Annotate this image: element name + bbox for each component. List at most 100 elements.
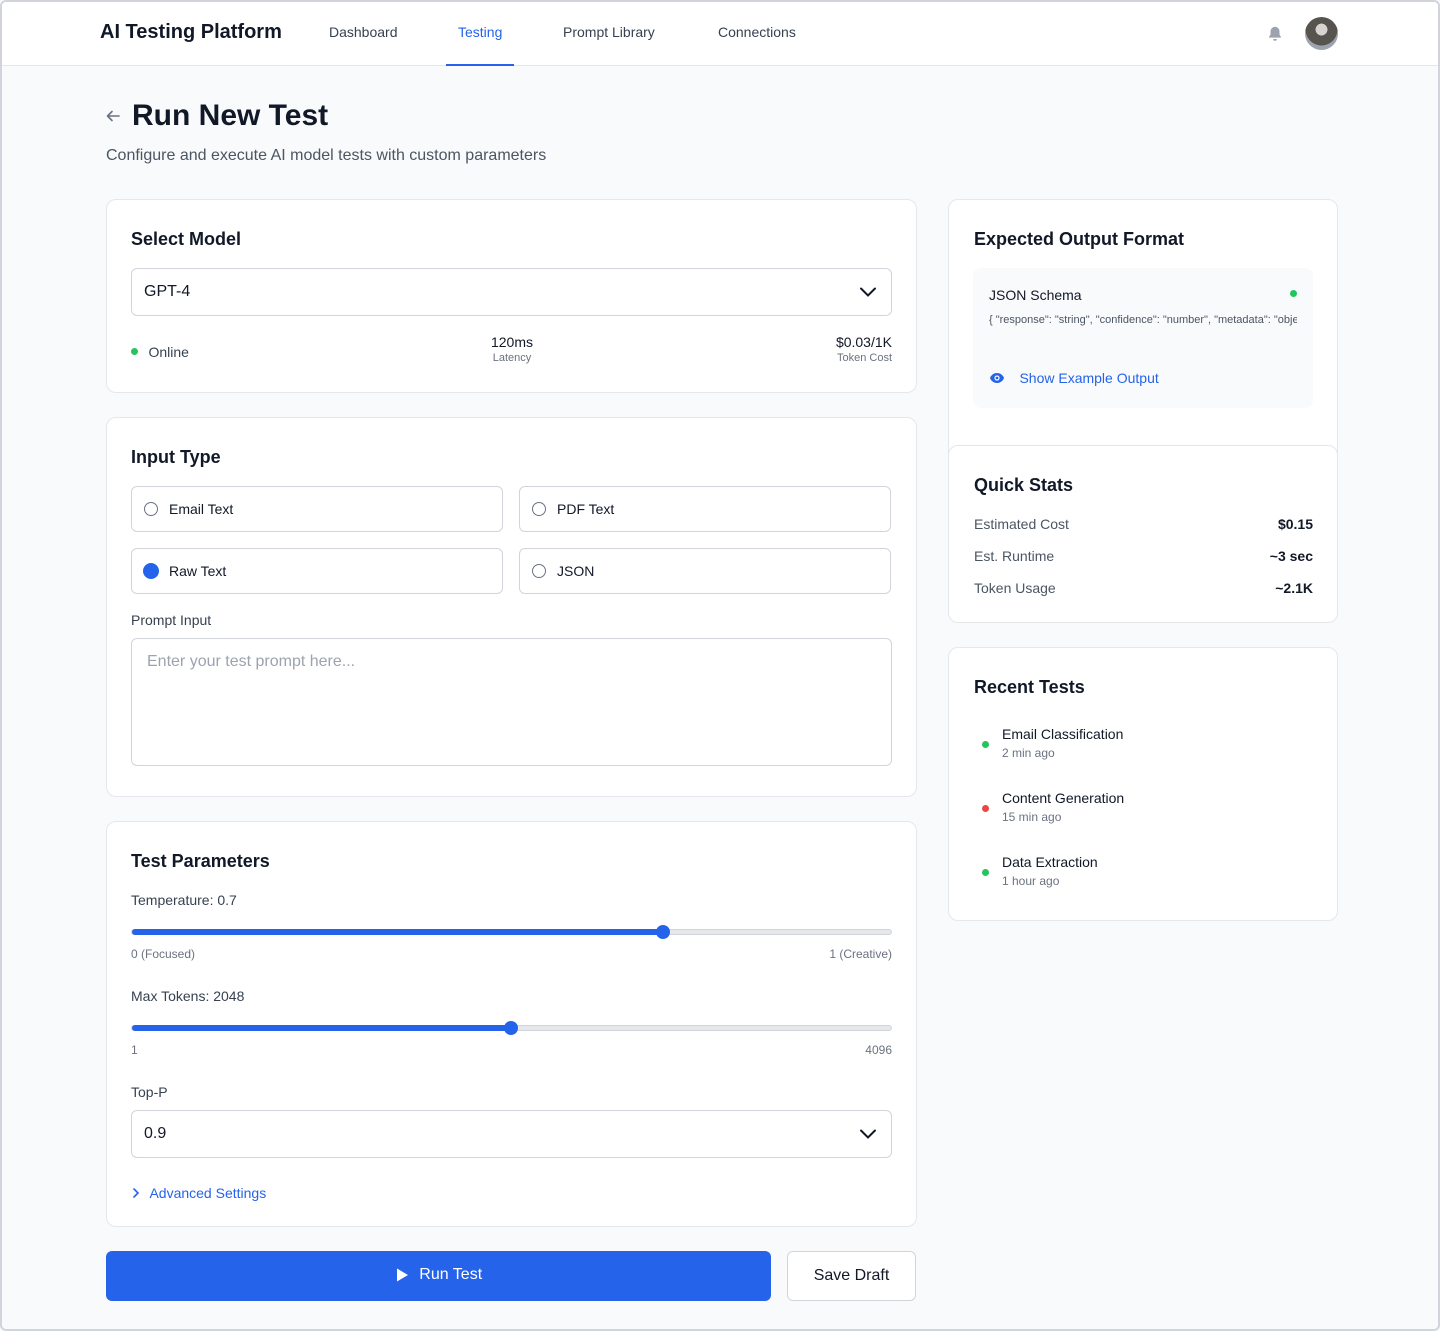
- status-dot: [982, 741, 989, 748]
- recent-test-time: 1 hour ago: [1002, 874, 1060, 888]
- arrow-left-icon[interactable]: [105, 108, 121, 124]
- radio-label: Email Text: [169, 501, 234, 517]
- max-tokens-label: Max Tokens: 2048: [131, 988, 245, 1004]
- recent-test-item[interactable]: Email Classification 2 min ago: [974, 726, 1314, 766]
- expected-output-title: Expected Output Format: [974, 229, 1185, 249]
- max-tokens-slider[interactable]: [131, 1021, 892, 1035]
- radio-label: Raw Text: [169, 563, 227, 579]
- show-example-output-link[interactable]: Show Example Output: [989, 369, 1159, 387]
- expected-output-card: Expected Output Format JSON Schema { "re…: [948, 199, 1338, 459]
- radio-email-text[interactable]: Email Text: [131, 486, 503, 532]
- latency-stat: 120ms Latency: [462, 334, 562, 364]
- temperature-label: Temperature: 0.7: [131, 892, 237, 908]
- max-tokens-slider-fill: [132, 1025, 512, 1031]
- max-tokens-min-label: 1: [131, 1043, 138, 1057]
- save-draft-label: Save Draft: [813, 1267, 890, 1284]
- json-schema-box: JSON Schema { "response": "string", "con…: [973, 268, 1313, 408]
- status-text: Online: [148, 343, 189, 360]
- radio-circle: [532, 564, 546, 578]
- chevron-down-icon: [860, 287, 876, 297]
- page-subtitle: Configure and execute AI model tests wit…: [106, 147, 547, 164]
- token-cost-stat: $0.03/1K Token Cost: [836, 334, 892, 364]
- radio-raw-text[interactable]: Raw Text: [131, 548, 503, 594]
- input-type-card: Input Type Email Text PDF Text Raw Text …: [106, 417, 917, 797]
- stat-label-runtime: Est. Runtime: [974, 548, 1055, 564]
- advanced-settings-label: Advanced Settings: [149, 1184, 267, 1201]
- page-title: Run New Test: [132, 99, 329, 132]
- radio-circle-checked: [143, 563, 159, 579]
- play-icon: [396, 1268, 408, 1282]
- token-cost-value: $0.03/1K: [835, 334, 892, 350]
- stat-label-token-usage: Token Usage: [974, 580, 1056, 596]
- bell-icon[interactable]: [1266, 25, 1284, 43]
- status-dot: [982, 805, 989, 812]
- stat-label-estimated-cost: Estimated Cost: [974, 516, 1069, 532]
- nav-prompt-library[interactable]: Prompt Library: [563, 24, 655, 66]
- select-model-card: Select Model GPT-4 Online 120ms Latency …: [106, 199, 917, 393]
- user-avatar[interactable]: [1305, 17, 1338, 50]
- top-navbar: AI Testing Platform Dashboard Testing Pr…: [2, 2, 1438, 66]
- schema-preview: { "response": "string", "confidence": "n…: [989, 314, 1297, 326]
- stat-value-estimated-cost: $0.15: [1277, 516, 1313, 532]
- max-tokens-max-label: 4096: [865, 1043, 892, 1057]
- save-draft-button[interactable]: Save Draft: [787, 1251, 916, 1301]
- temperature-min-label: 0 (Focused): [131, 947, 196, 961]
- eye-icon: [990, 372, 1004, 383]
- status-dot: [982, 869, 989, 876]
- model-select[interactable]: GPT-4: [131, 268, 892, 316]
- nav-dashboard[interactable]: Dashboard: [329, 24, 398, 66]
- quick-stats-title: Quick Stats: [974, 475, 1074, 495]
- recent-test-name: Email Classification: [1002, 726, 1124, 742]
- test-parameters-title: Test Parameters: [131, 851, 270, 871]
- run-test-content: Run Test: [106, 1266, 771, 1284]
- run-test-button[interactable]: Run Test: [106, 1251, 771, 1301]
- app-frame: AI Testing Platform Dashboard Testing Pr…: [0, 0, 1440, 1331]
- status-dot: [131, 348, 138, 356]
- brand-title: AI Testing Platform: [100, 21, 282, 43]
- model-select-value: GPT-4: [144, 283, 191, 300]
- model-status: Online: [131, 343, 189, 361]
- latency-value: 120ms: [490, 334, 534, 350]
- recent-test-item[interactable]: Data Extraction 1 hour ago: [974, 854, 1314, 894]
- nav-testing[interactable]: Testing: [446, 24, 515, 66]
- radio-pdf-text[interactable]: PDF Text: [519, 486, 891, 532]
- radio-circle: [144, 502, 158, 516]
- radio-circle: [532, 502, 546, 516]
- recent-test-name: Content Generation: [1002, 790, 1125, 806]
- temperature-slider-thumb[interactable]: [656, 925, 671, 939]
- recent-test-name: Data Extraction: [1002, 854, 1098, 870]
- prompt-input-label: Prompt Input: [131, 612, 212, 628]
- recent-test-time: 15 min ago: [1002, 810, 1062, 824]
- recent-tests-card: Recent Tests Email Classification 2 min …: [948, 647, 1338, 921]
- show-example-label: Show Example Output: [1019, 369, 1159, 386]
- chevron-down-icon: [860, 1129, 876, 1139]
- quick-stats-card: Quick Stats Estimated Cost $0.15 Est. Ru…: [948, 445, 1338, 623]
- token-cost-label: Token Cost: [836, 352, 892, 364]
- top-p-select[interactable]: 0.9: [131, 1110, 892, 1158]
- select-model-title: Select Model: [131, 229, 242, 249]
- radio-label: PDF Text: [557, 501, 615, 517]
- radio-label: JSON: [557, 563, 595, 579]
- recent-test-item[interactable]: Content Generation 15 min ago: [974, 790, 1314, 830]
- temperature-max-label: 1 (Creative): [829, 947, 892, 961]
- schema-status-dot: [1290, 290, 1297, 297]
- recent-tests-title: Recent Tests: [974, 677, 1085, 697]
- top-p-select-value: 0.9: [144, 1125, 167, 1142]
- stat-value-runtime: ~3 sec: [1269, 548, 1313, 564]
- temperature-slider-fill: [132, 929, 664, 935]
- latency-label: Latency: [492, 352, 532, 364]
- stat-value-token-usage: ~2.1K: [1275, 580, 1313, 596]
- recent-test-time: 2 min ago: [1002, 746, 1055, 760]
- test-parameters-card: Test Parameters Temperature: 0.7 0 (Focu…: [106, 821, 917, 1227]
- max-tokens-slider-thumb[interactable]: [504, 1021, 519, 1035]
- temperature-slider[interactable]: [131, 925, 892, 939]
- chevron-right-icon: [133, 1187, 140, 1198]
- input-type-title: Input Type: [131, 447, 221, 467]
- top-p-label: Top-P: [131, 1084, 168, 1100]
- advanced-settings-link[interactable]: Advanced Settings: [131, 1184, 266, 1202]
- schema-title: JSON Schema: [989, 287, 1082, 303]
- nav-connections[interactable]: Connections: [718, 24, 796, 66]
- radio-json[interactable]: JSON: [519, 548, 891, 594]
- run-test-label: Run Test: [419, 1266, 483, 1283]
- prompt-textarea[interactable]: [131, 638, 892, 766]
